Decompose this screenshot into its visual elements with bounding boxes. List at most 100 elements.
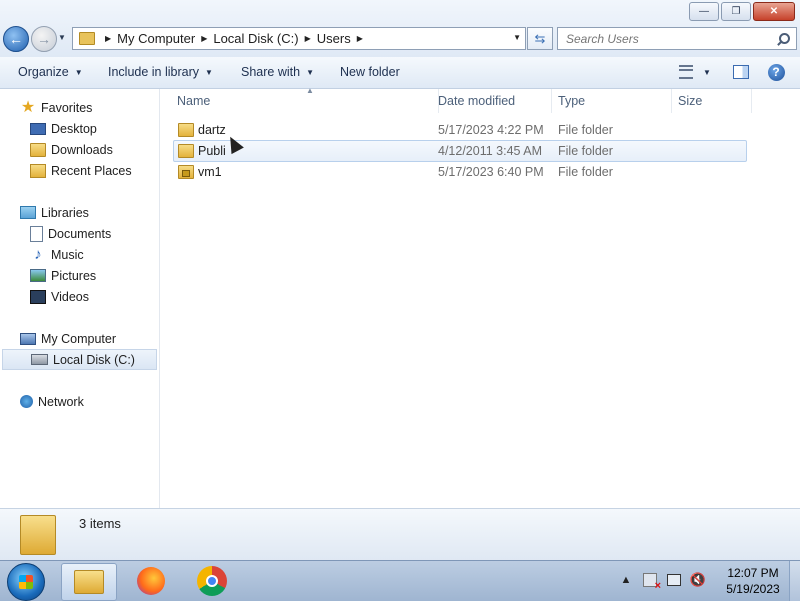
sidebar-item-label: Desktop — [51, 121, 97, 136]
minimize-button[interactable]: — — [689, 2, 719, 21]
clock[interactable]: 12:07 PM 5/19/2023 — [718, 565, 788, 597]
forward-button[interactable]: → — [31, 26, 57, 52]
chrome-icon — [197, 566, 227, 596]
hard-disk-icon — [31, 354, 48, 365]
breadcrumb-chevron-icon[interactable]: ▶ — [357, 34, 363, 43]
sort-ascending-icon: ▲ — [306, 86, 314, 95]
sidebar-item-recent-places[interactable]: Recent Places — [30, 161, 132, 180]
action-center-flag-icon[interactable] — [642, 572, 661, 592]
address-history-dropdown[interactable]: ▼ — [513, 33, 521, 42]
sidebar-item-favorites[interactable]: ★ Favorites — [20, 98, 93, 117]
sidebar-item-my-computer[interactable]: My Computer — [20, 329, 116, 348]
taskbar-explorer-button[interactable] — [61, 563, 117, 601]
breadcrumb-local-disk[interactable]: Local Disk (C:) — [213, 31, 298, 46]
music-note-icon: ♪ — [34, 245, 42, 263]
firefox-icon — [137, 567, 165, 595]
table-row[interactable]: vm1 5/17/2023 6:40 PM File folder — [174, 162, 746, 182]
column-header-type[interactable]: Type — [552, 89, 672, 113]
search-box[interactable] — [557, 27, 797, 50]
sidebar-item-desktop[interactable]: Desktop — [30, 119, 97, 138]
sidebar-item-label: Music — [51, 247, 84, 262]
column-header-name[interactable]: Name ▲ — [170, 86, 439, 113]
sidebar-item-downloads[interactable]: Downloads — [30, 140, 113, 159]
documents-icon — [30, 225, 43, 242]
column-header-label: Type — [558, 94, 586, 108]
network-status-icon[interactable] — [666, 572, 682, 588]
clock-date: 5/19/2023 — [726, 582, 780, 596]
sidebar-item-network[interactable]: Network — [20, 392, 84, 411]
system-tray: ▲ 🔇 — [618, 572, 714, 592]
table-row[interactable]: dartz 5/17/2023 4:22 PM File folder — [174, 120, 746, 140]
preview-pane-icon[interactable] — [732, 63, 750, 81]
star-icon: ★ — [20, 98, 36, 116]
sidebar-item-label: Recent Places — [51, 163, 132, 178]
address-bar[interactable]: ▶ My Computer ▶ Local Disk (C:) ▶ Users … — [72, 27, 526, 50]
item-count: 3 items — [79, 516, 121, 531]
sidebar-item-music[interactable]: ♪ Music — [30, 245, 84, 264]
taskbar: ▲ 🔇 12:07 PM 5/19/2023 — [0, 560, 800, 601]
show-desktop-button[interactable] — [789, 561, 800, 601]
window-controls: — ❐ ✕ — [687, 2, 795, 21]
folder-icon — [178, 123, 194, 137]
sidebar-item-label: Documents — [48, 226, 112, 241]
include-in-library-button[interactable]: Include in library ▼ — [108, 65, 213, 79]
sidebar-item-label: Network — [38, 394, 84, 409]
file-name: Publi — [198, 144, 226, 158]
volume-muted-icon[interactable]: 🔇 — [690, 572, 706, 588]
maximize-button[interactable]: ❐ — [721, 2, 751, 21]
file-date: 5/17/2023 6:40 PM — [438, 165, 544, 179]
show-hidden-icons-button[interactable]: ▲ — [618, 572, 634, 588]
back-button[interactable]: ← — [3, 26, 29, 52]
sidebar-item-label: Downloads — [51, 142, 113, 157]
views-dropdown-icon[interactable]: ▼ — [703, 68, 711, 77]
clock-time: 12:07 PM — [727, 566, 779, 580]
refresh-button[interactable]: ⇆ — [527, 27, 553, 50]
details-pane: 3 items — [0, 508, 800, 561]
pictures-icon — [30, 269, 46, 282]
breadcrumb-chevron-icon[interactable]: ▶ — [201, 34, 207, 43]
breadcrumb-users[interactable]: Users — [317, 31, 351, 46]
folder-icon — [20, 515, 56, 555]
sidebar-item-libraries[interactable]: Libraries — [20, 203, 89, 222]
film-strip-icon — [30, 289, 46, 304]
file-type: File folder — [558, 123, 613, 137]
column-header-date-modified[interactable]: Date modified — [432, 89, 552, 113]
table-row[interactable]: Publi 4/12/2011 3:45 AM File folder — [173, 140, 747, 162]
include-in-library-label: Include in library — [108, 65, 200, 79]
taskbar-firefox-button[interactable] — [124, 563, 178, 599]
start-button[interactable] — [7, 563, 45, 601]
change-view-icon[interactable] — [677, 63, 695, 81]
windows-logo-icon — [19, 575, 33, 589]
share-with-button[interactable]: Share with ▼ — [241, 65, 314, 79]
file-name: dartz — [198, 123, 226, 137]
file-type: File folder — [558, 165, 613, 179]
recent-pages-dropdown[interactable]: ▼ — [58, 33, 66, 42]
share-with-label: Share with — [241, 65, 301, 79]
file-type: File folder — [558, 144, 613, 158]
explorer-folder-icon — [74, 570, 104, 594]
sidebar-item-documents[interactable]: Documents — [30, 224, 111, 243]
chevron-down-icon: ▼ — [205, 67, 213, 77]
chevron-down-icon: ▼ — [306, 67, 314, 77]
sidebar-item-local-disk[interactable]: Local Disk (C:) — [2, 349, 157, 370]
file-date: 5/17/2023 4:22 PM — [438, 123, 544, 137]
help-icon[interactable]: ? — [767, 63, 785, 81]
close-button[interactable]: ✕ — [753, 2, 795, 21]
organize-label: Organize — [18, 65, 69, 79]
sidebar-item-label: Libraries — [41, 205, 89, 220]
command-bar: Organize ▼ Include in library ▼ Share wi… — [0, 57, 800, 89]
breadcrumb-chevron-icon[interactable]: ▶ — [305, 34, 311, 43]
breadcrumb-my-computer[interactable]: My Computer — [117, 31, 195, 46]
search-icon[interactable] — [776, 31, 792, 47]
new-folder-button[interactable]: New folder — [340, 65, 400, 79]
sidebar-item-pictures[interactable]: Pictures — [30, 266, 96, 285]
organize-button[interactable]: Organize ▼ — [18, 65, 83, 79]
search-input[interactable] — [558, 30, 776, 47]
column-header-size[interactable]: Size — [672, 89, 752, 113]
sidebar-item-videos[interactable]: Videos — [30, 287, 89, 306]
column-header-label: Date modified — [438, 94, 516, 108]
sidebar-item-label: Local Disk (C:) — [53, 352, 135, 367]
taskbar-chrome-button[interactable] — [185, 563, 239, 599]
folder-icon — [79, 32, 95, 45]
breadcrumb-chevron-icon[interactable]: ▶ — [105, 34, 111, 43]
